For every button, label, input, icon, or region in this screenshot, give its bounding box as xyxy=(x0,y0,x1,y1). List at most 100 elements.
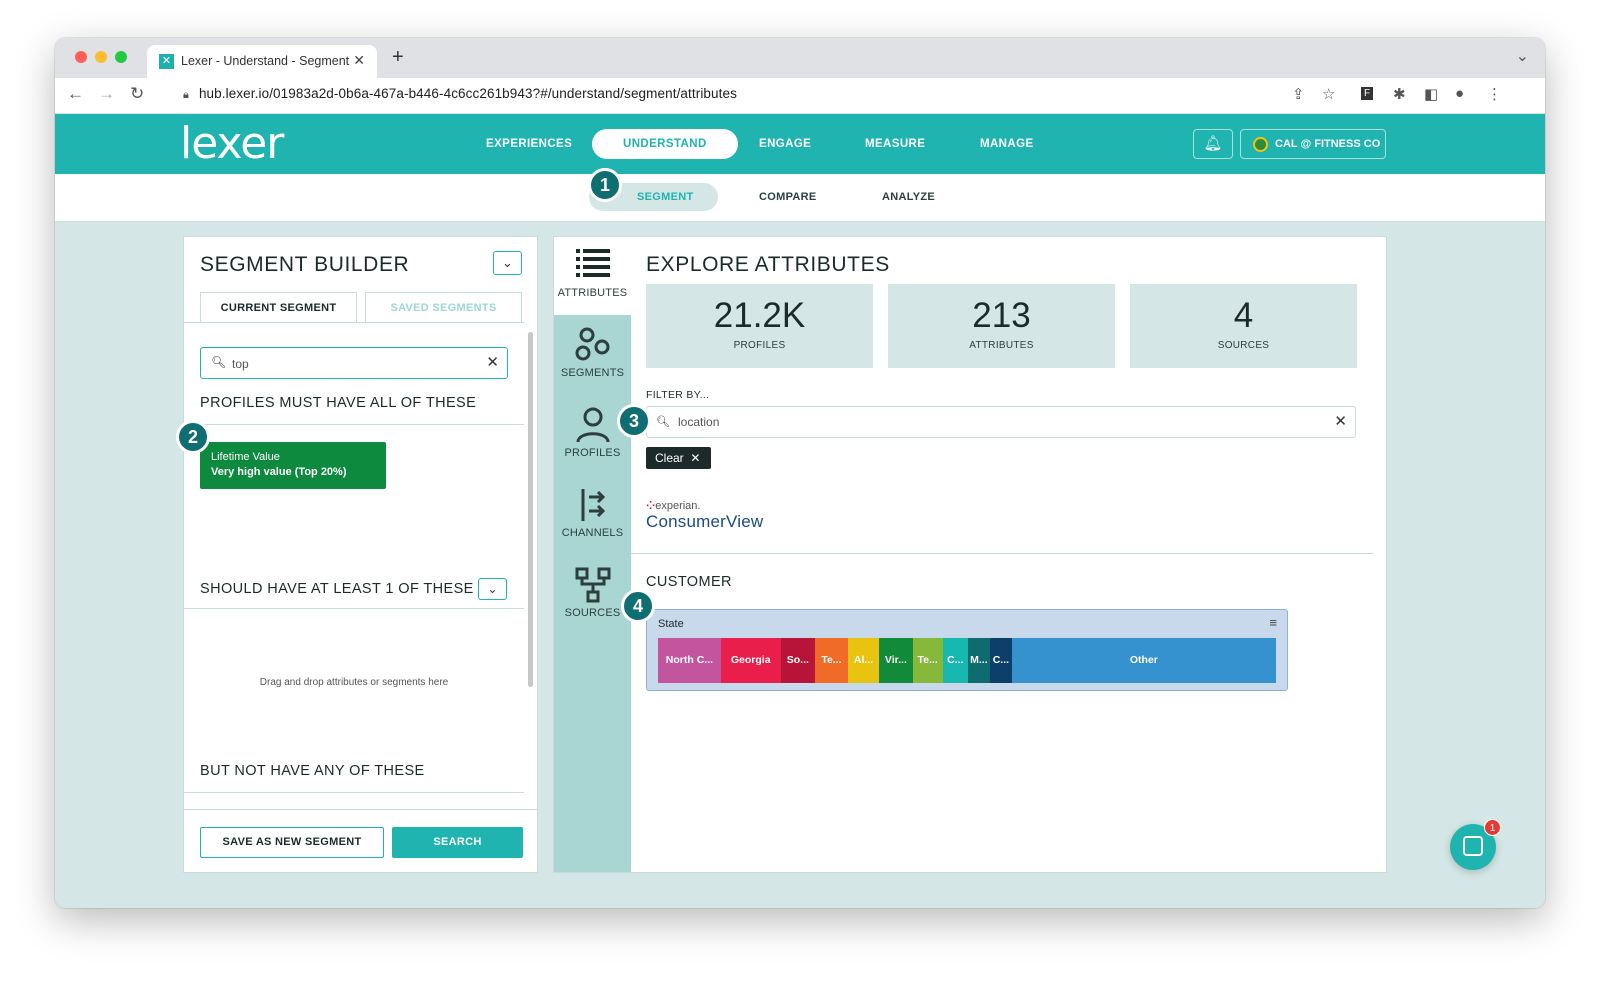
forward-icon[interactable]: → xyxy=(98,84,115,104)
url-field[interactable]: 🔒︎ hub.lexer.io/01983a2d-0b6a-467a-b446-4… xyxy=(183,86,737,102)
sidebar-item-attributes[interactable]: ATTRIBUTES xyxy=(554,237,631,315)
sidebar-item-channels[interactable]: CHANNELS xyxy=(554,477,631,555)
experian-dots-icon: ⁘ xyxy=(646,500,656,512)
divider xyxy=(184,322,524,323)
logo-top-text: experian. xyxy=(655,500,701,512)
step-badge-2: 2 xyxy=(176,420,210,454)
sidebar-item-segments[interactable]: SEGMENTS xyxy=(554,317,631,395)
nav-engage[interactable]: ENGAGE xyxy=(759,138,811,150)
experian-consumerview-logo[interactable]: ⁘experian. ConsumerView xyxy=(646,499,763,532)
subtab-compare[interactable]: COMPARE xyxy=(759,191,817,203)
divider xyxy=(184,424,524,425)
filter-label: FILTER BY... xyxy=(646,389,710,401)
scrollbar[interactable] xyxy=(528,332,533,687)
unread-count-badge: 1 xyxy=(1484,819,1501,836)
explore-sidebar: ATTRIBUTES SEGMENTS PROFILES CHANNELS SO… xyxy=(554,237,631,872)
chat-launcher-button[interactable]: 1 xyxy=(1450,819,1501,870)
stat-label: PROFILES xyxy=(733,340,786,351)
explore-attributes-panel: ATTRIBUTES SEGMENTS PROFILES CHANNELS SO… xyxy=(553,236,1387,873)
state-segment[interactable]: North C... xyxy=(658,638,721,683)
sidebar-item-profiles[interactable]: PROFILES xyxy=(554,397,631,475)
save-as-new-segment-button[interactable]: SAVE AS NEW SEGMENT xyxy=(200,827,384,858)
clear-search-icon[interactable]: ✕ xyxy=(486,353,499,371)
clear-chip-label: Clear xyxy=(655,451,684,465)
url-text: hub.lexer.io/01983a2d-0b6a-467a-b446-4c6… xyxy=(198,86,737,101)
chat-icon xyxy=(1463,836,1483,856)
sidebar-toggle-icon[interactable]: ◧ xyxy=(1424,85,1438,103)
search-value: top xyxy=(232,357,249,371)
nav-understand[interactable]: UNDERSTAND xyxy=(592,129,738,159)
state-segment[interactable]: C... xyxy=(942,638,968,683)
puzzle-extensions-icon[interactable]: ✱ xyxy=(1393,85,1406,103)
logo-bottom-text: ConsumerView xyxy=(646,512,764,531)
attribute-search-input[interactable]: 🔍︎ top ✕ xyxy=(200,347,508,379)
should-have-heading: SHOULD HAVE AT LEAST 1 OF THESE xyxy=(200,581,474,597)
lock-icon: 🔒︎ xyxy=(183,89,189,101)
state-segment[interactable]: Te... xyxy=(912,638,943,683)
search-icon: 🔍︎ xyxy=(211,355,227,369)
chevron-down-icon[interactable]: ⌄ xyxy=(478,578,507,600)
state-segment[interactable]: Other xyxy=(1011,638,1276,683)
state-segment[interactable]: M... xyxy=(967,638,990,683)
segments-icon xyxy=(554,317,631,361)
back-icon[interactable]: ← xyxy=(67,84,84,104)
sub-navigation: SEGMENT COMPARE ANALYZE xyxy=(55,174,1545,222)
bookmark-star-icon[interactable]: ☆ xyxy=(1322,85,1335,103)
state-attribute-card[interactable]: State ≡ North C... Georgia So... Te... Al...… xyxy=(646,609,1288,691)
reload-icon[interactable]: ↻ xyxy=(130,84,144,104)
tab-saved-segments[interactable]: SAVED SEGMENTS xyxy=(365,292,522,323)
subtab-analyze[interactable]: ANALYZE xyxy=(882,191,935,203)
account-switcher[interactable]: CAL @ FITNESS CO xyxy=(1240,129,1386,159)
chip-label: Lifetime Value xyxy=(211,451,280,463)
state-segment[interactable]: Vir... xyxy=(879,638,913,683)
sidebar-item-label: PROFILES xyxy=(564,447,621,459)
notifications-bell-icon[interactable]: 🔔︎ xyxy=(1193,129,1233,159)
state-segment[interactable]: C... xyxy=(989,638,1012,683)
filter-value: location xyxy=(678,415,720,429)
nav-experiences[interactable]: EXPERIENCES xyxy=(486,138,572,150)
segment-rule-chip[interactable]: Lifetime Value Very high value (Top 20%) xyxy=(200,442,386,489)
address-bar: ← → ↻ 🔒︎ hub.lexer.io/01983a2d-0b6a-467a-… xyxy=(55,78,1545,114)
close-tab-icon[interactable]: ✕ xyxy=(353,52,365,69)
profile-avatar-icon[interactable]: ● xyxy=(1455,85,1464,102)
drop-zone-hint[interactable]: Drag and drop attributes or segments her… xyxy=(200,677,508,688)
tab-current-segment[interactable]: CURRENT SEGMENT xyxy=(200,292,357,323)
maximize-window-button[interactable] xyxy=(115,51,127,63)
state-segment[interactable]: So... xyxy=(780,638,816,683)
nav-measure[interactable]: MEASURE xyxy=(865,138,925,150)
stat-label: SOURCES xyxy=(1217,340,1270,351)
lexer-logo[interactable]: lexer xyxy=(180,118,284,169)
sidebar-item-sources[interactable]: SOURCES xyxy=(554,557,631,635)
share-icon[interactable]: ⇪ xyxy=(1292,85,1305,103)
hamburger-menu-icon[interactable]: ≡ xyxy=(1269,615,1277,630)
chip-value: Very high value (Top 20%) xyxy=(211,466,347,478)
chevron-down-icon[interactable]: ⌄ xyxy=(493,251,522,275)
kebab-menu-icon[interactable]: ⋮ xyxy=(1487,85,1502,103)
stat-sources: 4 SOURCES xyxy=(1130,284,1357,368)
divider xyxy=(184,809,537,810)
divider xyxy=(184,792,524,793)
filter-input[interactable]: 🔍︎ location ✕ xyxy=(646,406,1356,438)
new-tab-icon[interactable]: + xyxy=(392,46,404,69)
close-window-button[interactable] xyxy=(75,51,87,63)
search-button[interactable]: SEARCH xyxy=(392,827,523,858)
category-heading: CUSTOMER xyxy=(646,574,732,590)
explore-attributes-title: EXPLORE ATTRIBUTES xyxy=(646,253,890,276)
stat-value: 21.2K xyxy=(713,296,806,335)
tab-search-icon[interactable]: ⌄ xyxy=(1516,46,1529,66)
clear-filter-icon[interactable]: ✕ xyxy=(1334,412,1347,430)
nav-manage[interactable]: MANAGE xyxy=(980,138,1034,150)
state-card-title: State xyxy=(658,618,684,630)
sources-network-icon xyxy=(554,557,631,603)
stat-attributes: 213 ATTRIBUTES xyxy=(888,284,1115,368)
browser-tab[interactable]: ✕ Lexer - Understand - Segment ✕ xyxy=(147,45,377,78)
state-segment[interactable]: Georgia xyxy=(720,638,781,683)
extension-icon[interactable]: F xyxy=(1361,87,1374,100)
step-badge-4: 4 xyxy=(621,589,655,623)
minimize-window-button[interactable] xyxy=(95,51,107,63)
account-name: CAL @ FITNESS CO xyxy=(1275,138,1381,150)
search-icon: 🔍︎ xyxy=(656,416,670,428)
state-segment[interactable]: Te... xyxy=(815,638,848,683)
state-segment[interactable]: Al... xyxy=(847,638,880,683)
clear-filter-chip[interactable]: Clear ✕ xyxy=(646,447,711,469)
